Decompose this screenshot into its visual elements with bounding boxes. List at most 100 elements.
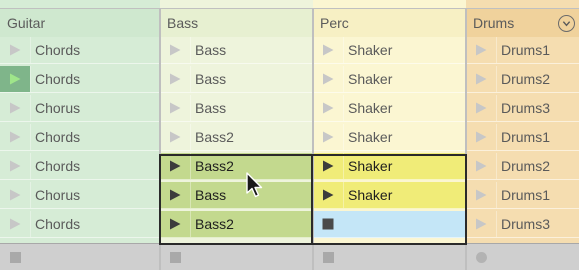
track-header-guitar[interactable]: Guitar (0, 8, 160, 37)
play-icon[interactable] (160, 153, 190, 179)
clip-slot[interactable]: Bass (160, 95, 313, 122)
clip-slot[interactable]: Chords (0, 37, 160, 64)
selection-divider (311, 154, 313, 245)
play-icon[interactable] (0, 153, 30, 179)
clip-label: Drums1 (496, 124, 579, 150)
play-icon[interactable] (313, 95, 343, 121)
clip-label: Drums3 (496, 95, 579, 121)
clip-label: Shaker (343, 153, 466, 179)
clip-slot[interactable]: Shaker (313, 37, 466, 64)
play-icon[interactable] (313, 182, 343, 208)
clip-label: Drums3 (496, 211, 579, 237)
stop-icon[interactable] (10, 252, 21, 263)
clip-slot[interactable]: Chorus (0, 182, 160, 209)
track-footer-drums (466, 243, 579, 270)
clip-slot[interactable]: Bass2 (160, 211, 313, 238)
mouse-pointer-icon (246, 172, 263, 198)
play-icon[interactable] (160, 182, 190, 208)
clip-slot[interactable]: Drums1 (466, 124, 579, 151)
play-icon[interactable] (466, 153, 496, 179)
play-icon[interactable] (160, 124, 190, 150)
clip-slot[interactable]: Chords (0, 66, 160, 93)
play-icon[interactable] (466, 95, 496, 121)
play-icon[interactable] (313, 153, 343, 179)
play-icon[interactable] (160, 95, 190, 121)
clip-label: Drums1 (496, 37, 579, 63)
stop-icon[interactable] (170, 252, 181, 263)
track-header-drums[interactable]: Drums (466, 8, 579, 37)
clip-slot[interactable]: Chords (0, 153, 160, 180)
play-icon[interactable] (160, 37, 190, 63)
play-icon[interactable] (466, 124, 496, 150)
clip-slot[interactable]: Drums2 (466, 66, 579, 93)
track-title: Bass (167, 15, 199, 31)
clip-slot[interactable]: Bass2 (160, 124, 313, 151)
track-footer-perc (313, 243, 466, 270)
track-title: Guitar (7, 15, 46, 31)
clip-slot[interactable]: Shaker (313, 153, 466, 180)
clip-label: Bass (190, 37, 313, 63)
clip-slot[interactable]: Shaker (313, 124, 466, 151)
play-icon[interactable] (0, 66, 30, 92)
clip-label: Bass (190, 95, 313, 121)
play-icon[interactable] (466, 37, 496, 63)
play-icon[interactable] (160, 66, 190, 92)
clip-label: Chorus (30, 95, 160, 121)
empty-clip-slot[interactable] (313, 211, 466, 238)
track-title: Perc (320, 15, 349, 31)
clip-slot[interactable]: Chords (0, 124, 160, 151)
track-header-bass[interactable]: Bass (160, 8, 313, 37)
play-icon[interactable] (466, 182, 496, 208)
play-icon[interactable] (0, 37, 30, 63)
clip-label: Chords (30, 37, 160, 63)
clip-label: Chorus (30, 182, 160, 208)
clip-slot[interactable]: Drums3 (466, 95, 579, 122)
clip-label: Bass2 (190, 211, 313, 237)
track-perc: Perc Shaker Shaker Shaker Shaker Shaker Shake… (313, 0, 466, 270)
play-icon[interactable] (466, 66, 496, 92)
clip-label: Chords (30, 66, 160, 92)
clip-slot[interactable]: Shaker (313, 95, 466, 122)
stop-icon[interactable] (323, 252, 334, 263)
chevron-down-icon[interactable] (558, 15, 575, 32)
track-header-perc[interactable]: Perc (313, 8, 466, 37)
clip-slot[interactable]: Drums1 (466, 37, 579, 64)
stop-icon[interactable] (313, 211, 343, 237)
clip-slot[interactable]: Drums1 (466, 182, 579, 209)
clip-label: Shaker (343, 124, 466, 150)
clip-slot[interactable]: Bass2 (160, 153, 313, 180)
track-title: Drums (473, 15, 515, 31)
clip-label: Drums1 (496, 182, 579, 208)
play-icon[interactable] (466, 211, 496, 237)
dot-icon (476, 252, 487, 263)
clip-slot[interactable]: Chorus (0, 95, 160, 122)
clip-label: Drums2 (496, 66, 579, 92)
clip-label: Chords (30, 153, 160, 179)
clip-slot[interactable]: Bass (160, 37, 313, 64)
track-bass: Bass Bass Bass Bass Bass2 Bass2 Bass Bass2 (160, 0, 313, 270)
track-footer-guitar (0, 243, 160, 270)
track-footer-bass (160, 243, 313, 270)
clip-slot[interactable]: Bass (160, 66, 313, 93)
play-icon[interactable] (160, 211, 190, 237)
clip-slot[interactable]: Chords (0, 211, 160, 238)
track-guitar: Guitar Chords Chords Chorus Chords Chords Cho… (0, 0, 160, 270)
clip-slot[interactable]: Drums3 (466, 211, 579, 238)
play-icon[interactable] (0, 95, 30, 121)
session-clip-grid: Guitar Chords Chords Chorus Chords Chords Cho… (0, 0, 579, 270)
clip-label: Chords (30, 211, 160, 237)
clip-slot[interactable]: Shaker (313, 66, 466, 93)
clip-label: Bass2 (190, 124, 313, 150)
play-icon[interactable] (313, 66, 343, 92)
play-icon[interactable] (0, 211, 30, 237)
play-icon[interactable] (0, 182, 30, 208)
play-icon[interactable] (0, 124, 30, 150)
clip-label (343, 211, 466, 237)
clip-label: Shaker (343, 182, 466, 208)
play-icon[interactable] (313, 37, 343, 63)
clip-label: Shaker (343, 66, 466, 92)
play-icon[interactable] (313, 124, 343, 150)
clip-slot[interactable]: Shaker (313, 182, 466, 209)
clip-slot[interactable]: Bass (160, 182, 313, 209)
clip-slot[interactable]: Drums2 (466, 153, 579, 180)
